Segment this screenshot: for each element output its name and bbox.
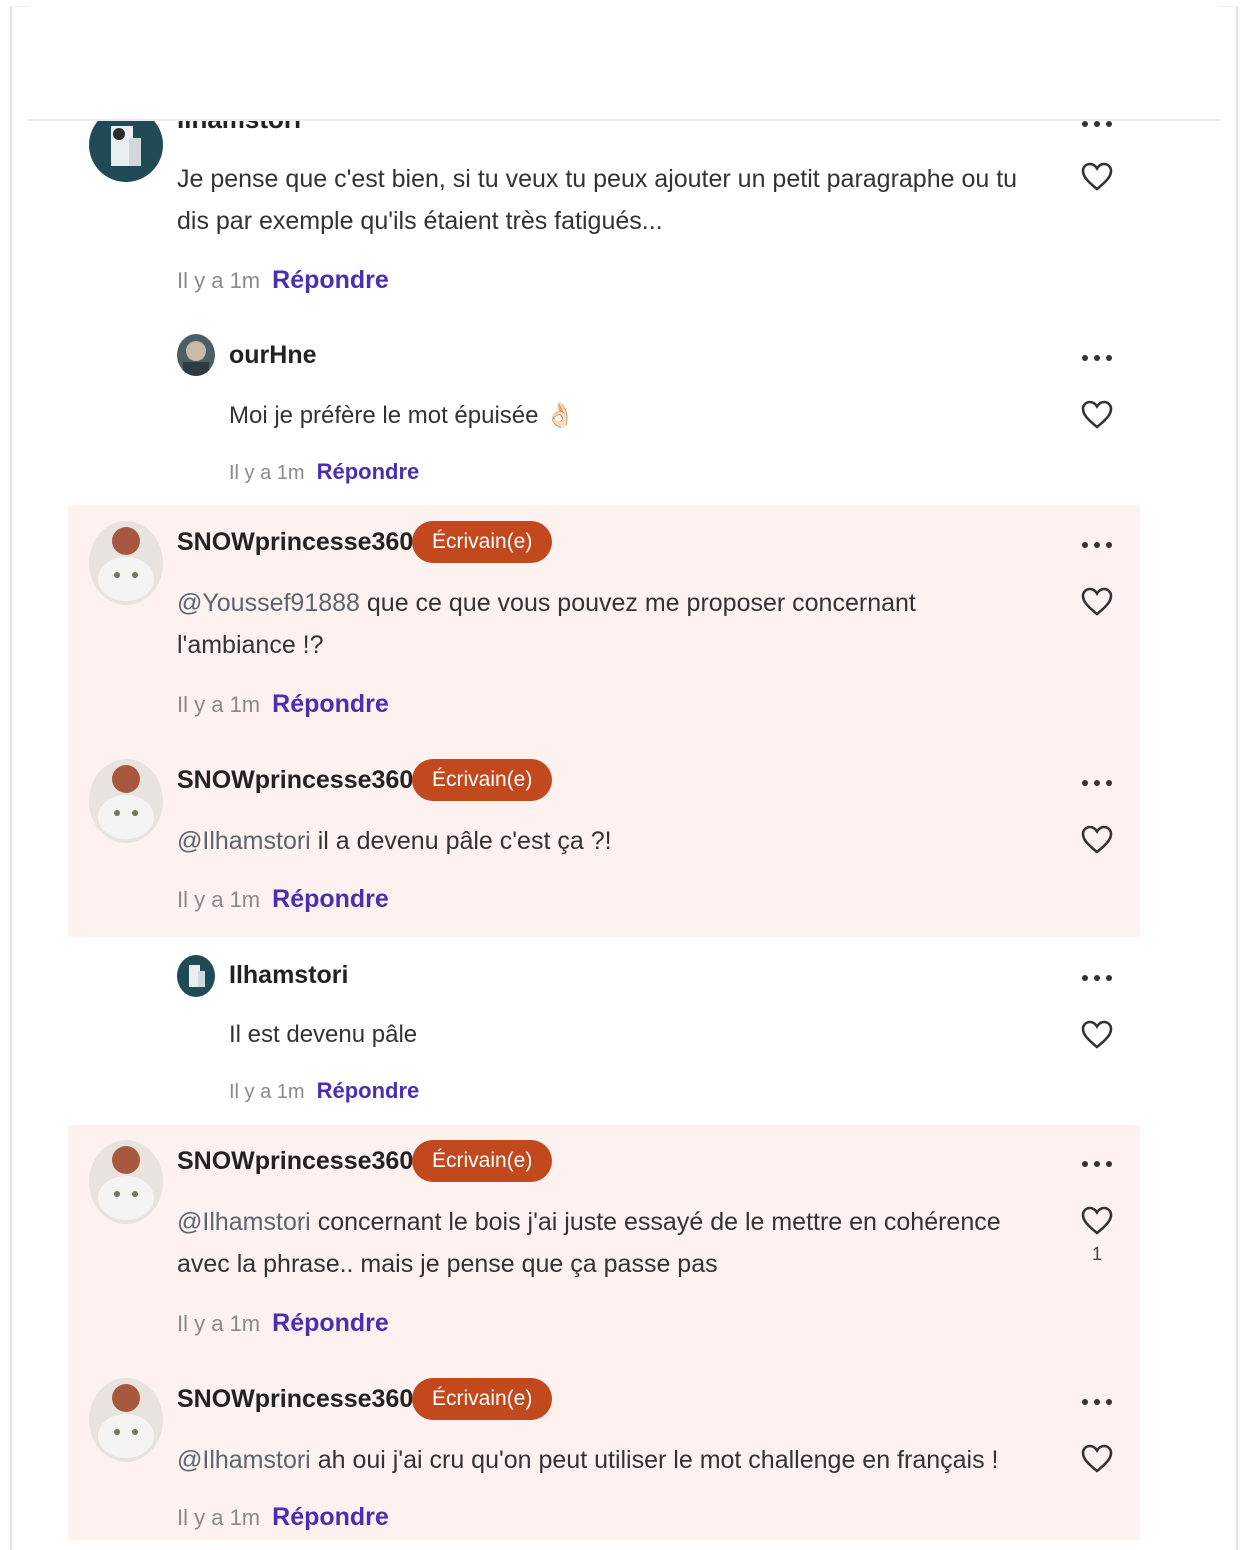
comment-text: @Ilhamstori concernant le bois j'ai just… xyxy=(177,1201,1027,1285)
like-heart-icon[interactable] xyxy=(1081,162,1113,192)
comment-list: Ilhamstori Je pense que c'est bien, si t… xyxy=(0,0,1240,1550)
avatar[interactable] xyxy=(89,1378,163,1462)
comment-meta: Il y a 1m Répondre xyxy=(177,885,389,914)
top-bar xyxy=(28,0,1220,121)
user-mention[interactable]: @Ilhamstori xyxy=(177,1208,311,1236)
like-heart-icon[interactable] xyxy=(1081,400,1113,430)
more-options-icon[interactable] xyxy=(1080,777,1114,789)
comment-meta: Il y a 1m Répondre xyxy=(177,690,389,719)
avatar[interactable] xyxy=(89,521,163,605)
comment-time: Il y a 1m xyxy=(229,1081,305,1103)
comment-username[interactable]: SNOWprincesse360 xyxy=(177,1385,413,1414)
like-heart-icon[interactable] xyxy=(1081,825,1113,855)
comment-time: Il y a 1m xyxy=(229,462,305,484)
comment-username[interactable]: Ilhamstori xyxy=(229,961,348,990)
comment-text: Je pense que c'est bien, si tu veux tu p… xyxy=(177,165,1018,235)
comment-meta: Il y a 1m Répondre xyxy=(177,1309,389,1338)
writer-badge: Écrivain(e) xyxy=(412,1140,553,1182)
author-highlight xyxy=(68,505,1140,937)
avatar[interactable] xyxy=(177,955,215,997)
more-options-icon[interactable] xyxy=(1080,539,1114,551)
comment-username[interactable]: SNOWprincesse360 xyxy=(177,766,413,795)
comment-meta: Il y a 1m Répondre xyxy=(229,1078,419,1104)
more-options-icon[interactable] xyxy=(1080,972,1114,984)
avatar[interactable] xyxy=(89,759,163,843)
comment-text: @Ilhamstori ah oui j'ai cru qu'on peut u… xyxy=(177,1439,1027,1481)
writer-badge: Écrivain(e) xyxy=(412,759,553,801)
comment-meta: Il y a 1m Répondre xyxy=(177,1503,389,1532)
more-options-icon[interactable] xyxy=(1080,352,1114,364)
comment-text: @Ilhamstori il a devenu pâle c'est ça ?! xyxy=(177,820,1027,862)
user-mention[interactable]: @Ilhamstori xyxy=(177,1446,311,1474)
comment-text-body: ah oui j'ai cru qu'on peut utiliser le m… xyxy=(310,1446,999,1474)
avatar[interactable] xyxy=(177,334,215,376)
reply-link[interactable]: Répondre xyxy=(272,266,389,294)
comment-meta: Il y a 1m Répondre xyxy=(177,266,389,295)
comment-text-body: il a devenu pâle c'est ça ?! xyxy=(310,827,612,855)
reply-link[interactable]: Répondre xyxy=(272,885,389,913)
more-options-icon[interactable] xyxy=(1080,1158,1114,1170)
comment-time: Il y a 1m xyxy=(177,268,261,293)
comment-time: Il y a 1m xyxy=(177,1505,261,1530)
like-heart-icon[interactable] xyxy=(1081,1444,1113,1474)
comment-time: Il y a 1m xyxy=(177,887,261,912)
like-heart-icon[interactable] xyxy=(1081,587,1113,617)
more-options-icon[interactable] xyxy=(1080,1396,1114,1408)
like-heart-icon[interactable] xyxy=(1081,1020,1113,1050)
comment-username[interactable]: SNOWprincesse360 xyxy=(177,1147,413,1176)
reply-link[interactable]: Répondre xyxy=(317,459,420,484)
comment-text: Moi je préfère le mot épuisée 👌🏻 xyxy=(229,402,576,429)
like-count: 1 xyxy=(1091,1244,1102,1264)
writer-badge: Écrivain(e) xyxy=(412,521,553,563)
comment-time: Il y a 1m xyxy=(177,1311,261,1336)
comment-text: Il est devenu pâle xyxy=(229,1021,418,1048)
comment-username[interactable]: SNOWprincesse360 xyxy=(177,528,413,557)
comment-username[interactable]: ourHne xyxy=(229,341,317,370)
comment-time: Il y a 1m xyxy=(177,692,261,717)
reply-link[interactable]: Répondre xyxy=(272,690,389,718)
user-mention[interactable]: @Youssef91888 xyxy=(177,589,360,617)
avatar[interactable] xyxy=(89,1140,163,1224)
reply-link[interactable]: Répondre xyxy=(317,1078,420,1103)
comment-meta: Il y a 1m Répondre xyxy=(229,459,419,485)
writer-badge: Écrivain(e) xyxy=(412,1378,553,1420)
reply-link[interactable]: Répondre xyxy=(272,1503,389,1531)
like-heart-icon[interactable] xyxy=(1081,1206,1113,1236)
reply-link[interactable]: Répondre xyxy=(272,1309,389,1337)
user-mention[interactable]: @Ilhamstori xyxy=(177,827,311,855)
comment-text: @Youssef91888 que ce que vous pouvez me … xyxy=(177,582,1027,666)
